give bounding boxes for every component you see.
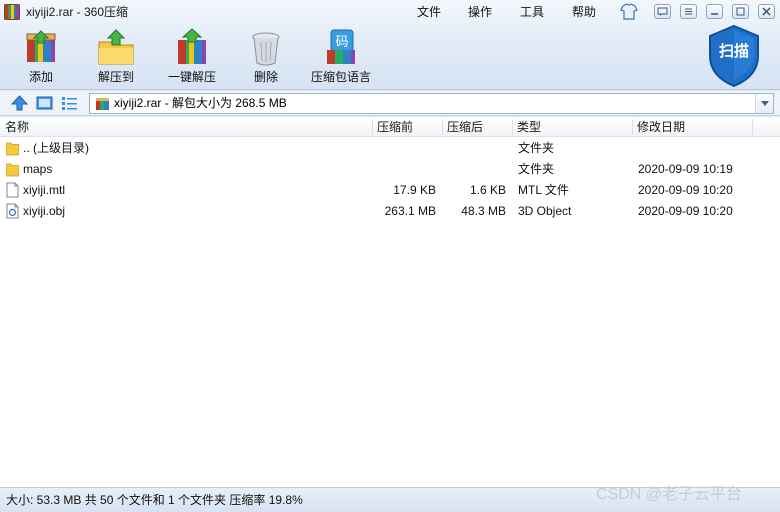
file-modified: 2020-09-09 10:19 — [638, 162, 733, 176]
trash-icon — [252, 32, 280, 66]
menu-operate[interactable]: 操作 — [466, 3, 494, 21]
app-icon — [4, 4, 20, 20]
archive-comment-button[interactable]: 码 压缩包语言 — [308, 28, 374, 86]
code-box-icon: 码 — [327, 29, 355, 64]
title-bar: xiyiji2.rar - 360压缩 文件 操作 工具 帮助 — [0, 0, 780, 24]
column-unpacked[interactable]: 压缩后 — [442, 117, 512, 137]
feedback-button[interactable] — [654, 4, 671, 19]
menu-icon — [685, 8, 692, 15]
status-text: 大小: 53.3 MB 共 50 个文件和 1 个文件夹 压缩率 19.8% — [6, 493, 303, 507]
file-type: 文件夹 — [518, 162, 555, 176]
address-row: xiyiji2.rar - 解包大小为 268.5 MB — [0, 91, 780, 116]
feedback-icon — [657, 7, 668, 16]
file-list: 名称 压缩前 压缩后 类型 修改日期 .. (上级目录) 文件夹 maps 文件… — [0, 117, 780, 487]
svg-text:码: 码 — [335, 35, 348, 50]
file-name: xiyiji.mtl — [23, 183, 65, 197]
menu-button[interactable] — [680, 4, 697, 19]
file-modified: 2020-09-09 10:20 — [638, 204, 733, 218]
object-file-icon — [6, 203, 19, 219]
address-bar[interactable]: xiyiji2.rar - 解包大小为 268.5 MB — [89, 93, 774, 114]
menu-help[interactable]: 帮助 — [570, 3, 598, 21]
add-archive-icon — [26, 30, 56, 62]
minimize-icon — [711, 13, 718, 15]
watermark: CSDN @老子云平台 — [596, 486, 743, 503]
scan-label[interactable]: 扫描 — [706, 42, 762, 62]
list-item[interactable]: xiyiji.mtl 17.9 KB 1.6 KB MTL 文件 2020-09… — [0, 180, 780, 201]
list-view-icon[interactable] — [61, 95, 78, 111]
skin-icon[interactable] — [620, 3, 638, 20]
column-name[interactable]: 名称 — [0, 117, 372, 137]
file-icon — [6, 182, 19, 198]
window-title: xiyiji2.rar - 360压缩 — [26, 5, 129, 19]
column-divider[interactable] — [752, 119, 753, 135]
column-header: 名称 压缩前 压缩后 类型 修改日期 — [0, 117, 780, 137]
file-modified: 2020-09-09 10:20 — [638, 183, 733, 197]
menu-file[interactable]: 文件 — [415, 3, 443, 21]
up-arrow-icon[interactable] — [11, 95, 28, 111]
file-packed — [372, 138, 436, 159]
file-unpacked — [442, 138, 506, 159]
header: xiyiji2.rar - 360压缩 文件 操作 工具 帮助 添加 解压到 一… — [0, 0, 780, 90]
one-click-extract-label: 一键解压 — [167, 70, 216, 84]
archive-icon — [96, 98, 109, 110]
file-type: 3D Object — [518, 204, 572, 218]
file-type: MTL 文件 — [518, 183, 569, 197]
minimize-button[interactable] — [706, 4, 723, 19]
maximize-icon — [736, 7, 745, 16]
address-text: xiyiji2.rar - 解包大小为 268.5 MB — [114, 96, 287, 110]
close-icon — [762, 7, 771, 16]
archive-comment-label: 压缩包语言 — [310, 70, 371, 84]
folder-icon — [6, 163, 19, 177]
list-item[interactable]: .. (上级目录) 文件夹 — [0, 138, 780, 159]
file-packed — [372, 159, 436, 180]
delete-label: 删除 — [253, 70, 278, 84]
file-unpacked: 48.3 MB — [461, 204, 506, 218]
file-packed: 17.9 KB — [393, 183, 436, 197]
maximize-button[interactable] — [732, 4, 749, 19]
address-dropdown-button[interactable] — [755, 94, 773, 113]
column-packed[interactable]: 压缩前 — [372, 117, 442, 137]
file-packed: 263.1 MB — [384, 204, 436, 218]
menu-tools[interactable]: 工具 — [518, 3, 546, 21]
column-type[interactable]: 类型 — [512, 117, 632, 137]
file-unpacked — [442, 159, 506, 180]
extract-to-button[interactable]: 解压到 — [94, 28, 138, 86]
add-button[interactable]: 添加 — [14, 28, 68, 86]
file-unpacked: 1.6 KB — [469, 183, 506, 197]
extract-to-label: 解压到 — [97, 70, 134, 84]
file-name: maps — [23, 162, 53, 176]
column-modified[interactable]: 修改日期 — [632, 117, 752, 137]
file-name: .. (上级目录) — [23, 141, 89, 155]
close-button[interactable] — [758, 4, 775, 19]
list-item[interactable]: maps 文件夹 2020-09-09 10:19 — [0, 159, 780, 180]
extract-folder-icon — [98, 29, 134, 65]
file-name: xiyiji.obj — [23, 204, 66, 218]
add-label: 添加 — [28, 70, 53, 84]
delete-button[interactable]: 删除 — [244, 28, 288, 86]
one-click-extract-icon — [178, 28, 206, 64]
folder-up-icon — [6, 142, 19, 156]
list-item[interactable]: xiyiji.obj 263.1 MB 48.3 MB 3D Object 20… — [0, 201, 780, 222]
one-click-extract-button[interactable]: 一键解压 — [164, 28, 220, 86]
thumbnail-view-icon[interactable] — [36, 95, 53, 111]
file-type: 文件夹 — [518, 141, 555, 155]
